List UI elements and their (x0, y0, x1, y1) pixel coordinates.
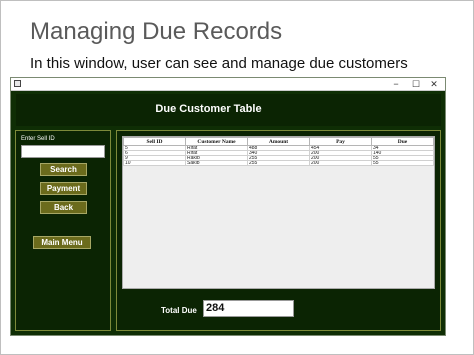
header-title: Due Customer Table (155, 103, 262, 115)
control-panel: Enter Sell ID Search Payment Back Main M… (15, 130, 111, 331)
column-header-sell-id[interactable]: Sell ID (123, 137, 186, 146)
table-row[interactable]: 10 Sakib 255 200 55 (123, 160, 434, 166)
column-header-pay[interactable]: Pay (309, 137, 372, 146)
header-panel: Due Customer Table (16, 94, 441, 126)
minimize-button[interactable]: − (387, 78, 405, 90)
column-header-amount[interactable]: Amount (247, 137, 310, 146)
due-customer-table: Sell ID Customer Name Amount Pay Due 5 R… (123, 137, 434, 166)
cell-due: 55 (371, 160, 434, 166)
cell-pay: 200 (309, 160, 372, 166)
window-titlebar[interactable]: − ☐ ✕ (11, 78, 445, 91)
slide-description: In this window, user can see and manage … (30, 55, 408, 72)
main-menu-button[interactable]: Main Menu (33, 236, 91, 249)
total-due-field[interactable]: 284 (203, 300, 294, 317)
cell-customer-name: Sakib (185, 160, 248, 166)
total-due-label: Total Due (161, 306, 197, 315)
cell-amount: 255 (247, 160, 310, 166)
slide-title: Managing Due Records (30, 18, 283, 45)
table-panel: Sell ID Customer Name Amount Pay Due 5 R… (116, 130, 441, 331)
column-header-due[interactable]: Due (371, 137, 434, 146)
app-icon (14, 80, 21, 87)
column-header-customer-name[interactable]: Customer Name (185, 137, 248, 146)
sell-id-label: Enter Sell ID (21, 136, 55, 142)
payment-button[interactable]: Payment (40, 182, 87, 195)
close-button[interactable]: ✕ (425, 78, 443, 90)
due-customer-window: − ☐ ✕ Due Customer Table Enter Sell ID S… (10, 77, 446, 336)
cell-sell-id: 10 (123, 160, 186, 166)
sell-id-input[interactable] (21, 145, 105, 158)
table-header-row: Sell ID Customer Name Amount Pay Due (123, 137, 434, 146)
back-button[interactable]: Back (40, 201, 87, 214)
due-table-area[interactable]: Sell ID Customer Name Amount Pay Due 5 R… (122, 136, 435, 289)
maximize-button[interactable]: ☐ (407, 78, 425, 90)
search-button[interactable]: Search (40, 163, 87, 176)
